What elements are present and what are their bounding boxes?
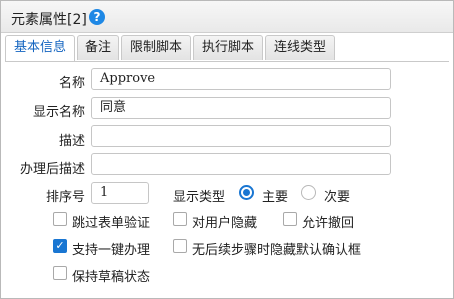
panel-title: 元素属性[2] (11, 12, 87, 28)
display-type-primary-radio[interactable] (239, 185, 254, 200)
post-description-input[interactable] (91, 153, 391, 175)
tab-remarks[interactable]: 备注 (77, 35, 119, 60)
display-type-primary-label: 主要 (262, 190, 289, 205)
name-label: 名称 (58, 76, 85, 91)
one-click-label: 支持一键办理 (72, 243, 151, 258)
order-label: 排序号 (45, 190, 85, 205)
properties-panel: 元素属性[2] ? 基本信息 备注 限制脚本 执行脚本 连线类型 名称 Appr… (0, 0, 454, 299)
display-name-input[interactable]: 同意 (91, 97, 391, 119)
hide-confirm-label: 无后续步骤时隐藏默认确认框 (192, 243, 362, 258)
allow-revoke-checkbox[interactable] (283, 212, 297, 226)
tab-bar: 基本信息 备注 限制脚本 执行脚本 连线类型 (5, 35, 449, 62)
hide-from-user-label: 对用户隐藏 (192, 216, 258, 231)
description-input[interactable] (91, 125, 391, 147)
order-input[interactable]: 1 (91, 182, 149, 204)
hide-confirm-checkbox[interactable] (173, 239, 187, 253)
help-icon[interactable]: ? (89, 9, 105, 25)
skip-validation-label: 跳过表单验证 (72, 216, 151, 231)
one-click-checkbox[interactable]: ✓ (53, 239, 67, 253)
tab-execution-script[interactable]: 执行脚本 (193, 35, 263, 60)
allow-revoke-label: 允许撤回 (302, 216, 355, 231)
description-label: 描述 (58, 134, 85, 149)
display-type-secondary-label: 次要 (324, 190, 351, 205)
tab-basic-info[interactable]: 基本信息 (5, 35, 75, 61)
tab-restriction-script[interactable]: 限制脚本 (121, 35, 191, 60)
post-description-label: 办理后描述 (19, 162, 85, 177)
tab-connection-type[interactable]: 连线类型 (265, 35, 335, 60)
skip-validation-checkbox[interactable] (53, 212, 67, 226)
keep-draft-label: 保持草稿状态 (72, 270, 151, 285)
keep-draft-checkbox[interactable] (53, 266, 67, 280)
display-name-label: 显示名称 (32, 105, 85, 120)
title-bar: 元素属性[2] ? (1, 1, 453, 33)
name-input[interactable]: Approve (91, 68, 391, 90)
display-type-label: 显示类型 (173, 190, 226, 205)
hide-from-user-checkbox[interactable] (173, 212, 187, 226)
display-type-secondary-radio[interactable] (301, 185, 316, 200)
